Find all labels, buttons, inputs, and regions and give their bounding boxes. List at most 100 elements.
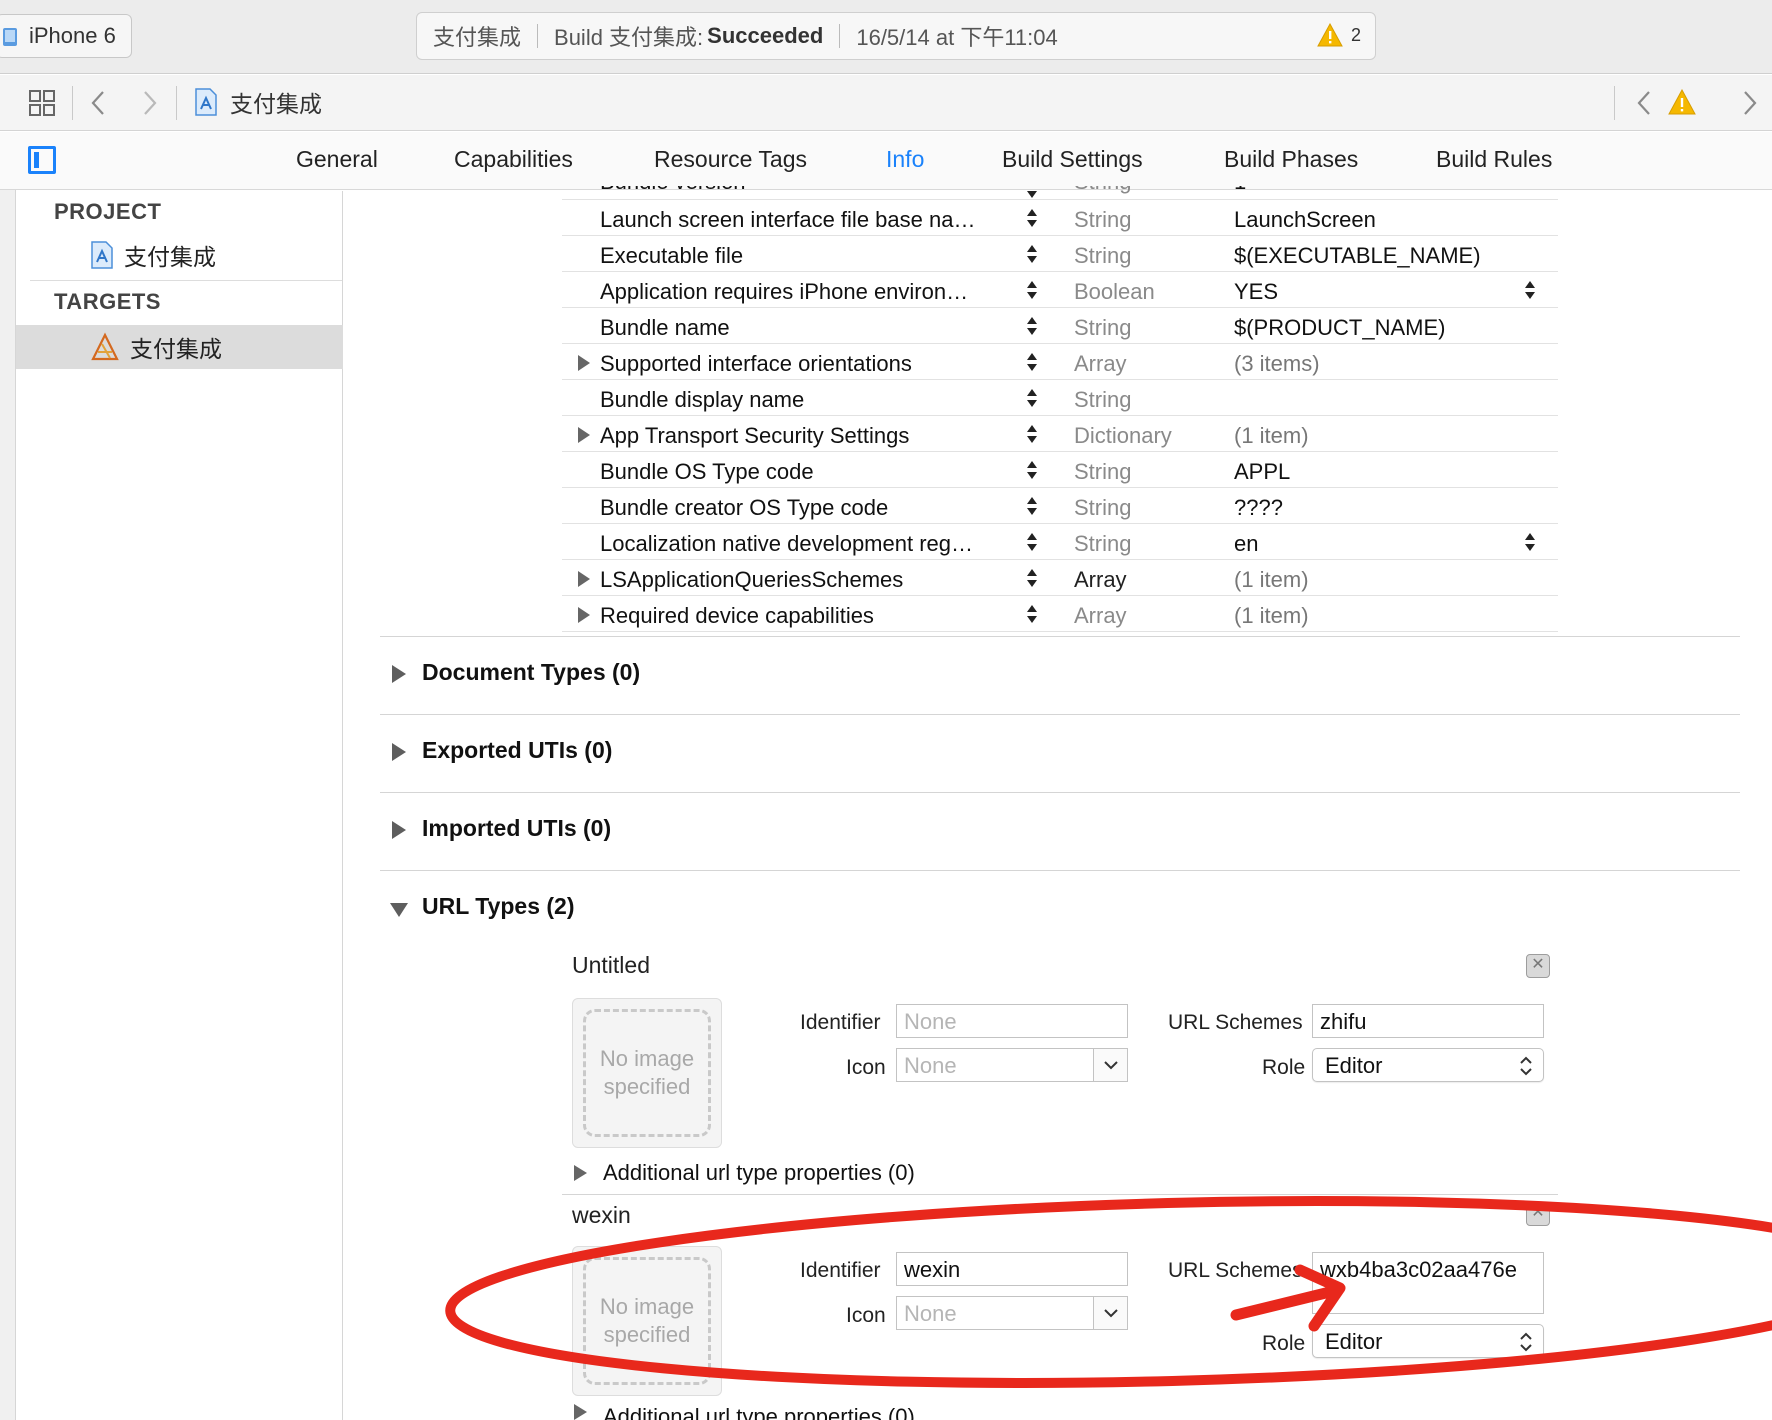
property-row[interactable]: Launch screen interface file base name St…	[562, 200, 1558, 236]
type-stepper-icon[interactable]	[1026, 567, 1038, 589]
url-type-name[interactable]: wexin	[572, 1202, 631, 1229]
type-stepper-icon[interactable]	[1026, 243, 1038, 265]
navigator-edge	[0, 132, 16, 1420]
role-popup[interactable]: Editor	[1312, 1324, 1544, 1358]
disclosure-right-icon[interactable]	[578, 427, 590, 443]
section-title: Exported UTIs (0)	[422, 737, 613, 763]
url-schemes-label: URL Schemes	[1168, 1011, 1303, 1034]
url-type-name[interactable]: Untitled	[572, 952, 650, 979]
tab-resource-tags[interactable]: Resource Tags	[654, 146, 807, 173]
related-items-icon[interactable]	[28, 89, 56, 117]
type-stepper-icon[interactable]	[1026, 603, 1038, 625]
section-imported-utis[interactable]: Imported UTIs (0)	[380, 792, 1740, 870]
jumpbar-divider	[176, 86, 177, 120]
url-schemes-field[interactable]: wxb4ba3c02aa476e	[1312, 1252, 1544, 1314]
type-stepper-icon[interactable]	[1026, 531, 1038, 553]
section-url-types[interactable]: URL Types (2)	[380, 870, 1740, 948]
tab-build-phases[interactable]: Build Phases	[1224, 146, 1358, 173]
iphone-device-icon	[3, 28, 17, 46]
activity-viewer: 支付集成 Build 支付集成: Succeeded 16/5/14 at 下午…	[416, 12, 1376, 60]
combo-button[interactable]	[1093, 1297, 1127, 1329]
tab-build-rules[interactable]: Build Rules	[1436, 146, 1552, 173]
property-value: en	[1234, 531, 1259, 556]
scheme-device-selector[interactable]: iPhone 6	[0, 14, 132, 58]
type-stepper-icon[interactable]	[1026, 315, 1038, 337]
type-stepper-icon[interactable]	[1026, 189, 1038, 199]
property-row[interactable]: Bundle display name String	[562, 380, 1558, 416]
section-title: URL Types (2)	[422, 893, 575, 919]
activity-build-label: Build 支付集成:	[554, 25, 704, 50]
type-stepper-icon[interactable]	[1026, 207, 1038, 229]
property-value: 1	[1234, 186, 1246, 195]
property-row[interactable]: LSApplicationQueriesSchemes Array (1 item)	[562, 560, 1558, 596]
property-row[interactable]: Required device capabilities Array (1 item…	[562, 596, 1558, 632]
value-stepper-icon[interactable]	[1524, 531, 1536, 553]
url-type-image-well[interactable]: No image specified	[572, 1246, 722, 1396]
role-label: Role	[1262, 1056, 1306, 1079]
disclosure-right-icon[interactable]	[578, 607, 590, 623]
property-type: Dictionary	[1074, 423, 1172, 448]
disclosure-right-icon[interactable]	[578, 571, 590, 587]
section-exported-utis[interactable]: Exported UTIs (0)	[380, 714, 1740, 792]
outline-target-label: 支付集成	[130, 336, 222, 362]
back-chevron-icon[interactable]	[88, 89, 108, 117]
outline-toggle-icon[interactable]	[28, 146, 56, 174]
warning-icon	[1317, 23, 1343, 47]
additional-properties-row[interactable]: Additional url type properties (0)	[574, 1404, 915, 1420]
property-row[interactable]: Supported interface orientations Array (3 …	[562, 344, 1558, 380]
property-row[interactable]: Bundle name String $(PRODUCT_NAME)	[562, 308, 1558, 344]
value-stepper-icon[interactable]	[1524, 279, 1536, 301]
property-row[interactable]: App Transport Security Settings Dictionar…	[562, 416, 1558, 452]
property-type: String	[1074, 315, 1132, 340]
property-row[interactable]: Bundle creator OS Type code String????	[562, 488, 1558, 524]
issue-warning-icon[interactable]	[1668, 89, 1696, 115]
warning-indicator[interactable]: 2	[1317, 23, 1361, 47]
activity-build-status: Succeeded	[707, 23, 824, 48]
type-stepper-icon[interactable]	[1026, 279, 1038, 301]
disclosure-right-icon	[392, 821, 406, 839]
outline-project-item[interactable]: 支付集成	[16, 233, 343, 277]
role-popup[interactable]: Editor	[1312, 1048, 1544, 1082]
remove-url-type-icon[interactable]: ✕	[1526, 954, 1550, 978]
up-down-arrows-icon	[1520, 1056, 1532, 1076]
project-file-icon	[195, 88, 217, 116]
property-key: Bundle name	[600, 315, 730, 340]
property-value: $(EXECUTABLE_NAME)	[1234, 243, 1481, 268]
property-type: String	[1074, 243, 1132, 268]
outline-target-item[interactable]: 支付集成	[16, 325, 343, 369]
identifier-field[interactable]: wexin	[896, 1252, 1128, 1286]
type-stepper-icon[interactable]	[1026, 495, 1038, 517]
property-row[interactable]: Application requires iPhone environm… Boo…	[562, 272, 1558, 308]
url-type-image-well[interactable]: No image specified	[572, 998, 722, 1148]
previous-issue-chevron-icon[interactable]	[1634, 89, 1654, 117]
tab-general[interactable]: General	[296, 146, 378, 173]
property-value: $(PRODUCT_NAME)	[1234, 315, 1446, 340]
disclosure-right-icon[interactable]	[578, 355, 590, 371]
tab-info[interactable]: Info	[886, 146, 924, 173]
additional-properties-label: Additional url type properties (0)	[603, 1404, 915, 1420]
icon-label: Icon	[846, 1304, 886, 1327]
identifier-field[interactable]: None	[896, 1004, 1128, 1038]
property-row[interactable]: Localization native development region St…	[562, 524, 1558, 560]
remove-url-type-icon[interactable]: ✕	[1526, 1202, 1550, 1226]
icon-combo[interactable]: None	[896, 1296, 1128, 1330]
type-stepper-icon[interactable]	[1026, 423, 1038, 445]
property-row[interactable]: Executable file String $(EXECUTABLE_NAME)	[562, 236, 1558, 272]
property-value: (1 item)	[1234, 603, 1309, 628]
type-stepper-icon[interactable]	[1026, 459, 1038, 481]
property-value: ????	[1234, 495, 1283, 520]
additional-properties-row[interactable]: Additional url type properties (0)	[574, 1160, 915, 1186]
breadcrumb[interactable]: 支付集成	[194, 85, 322, 119]
url-schemes-field[interactable]: zhifu	[1312, 1004, 1544, 1038]
next-issue-chevron-icon[interactable]	[1740, 89, 1760, 117]
section-document-types[interactable]: Document Types (0)	[380, 636, 1740, 714]
tab-build-settings[interactable]: Build Settings	[1002, 146, 1143, 173]
combo-button[interactable]	[1093, 1049, 1127, 1081]
forward-chevron-icon[interactable]	[140, 89, 160, 117]
property-row[interactable]: Bundle version String 1	[562, 186, 1558, 200]
type-stepper-icon[interactable]	[1026, 351, 1038, 373]
icon-combo[interactable]: None	[896, 1048, 1128, 1082]
property-row[interactable]: Bundle OS Type code String APPL	[562, 452, 1558, 488]
type-stepper-icon[interactable]	[1026, 387, 1038, 409]
tab-capabilities[interactable]: Capabilities	[454, 146, 573, 173]
